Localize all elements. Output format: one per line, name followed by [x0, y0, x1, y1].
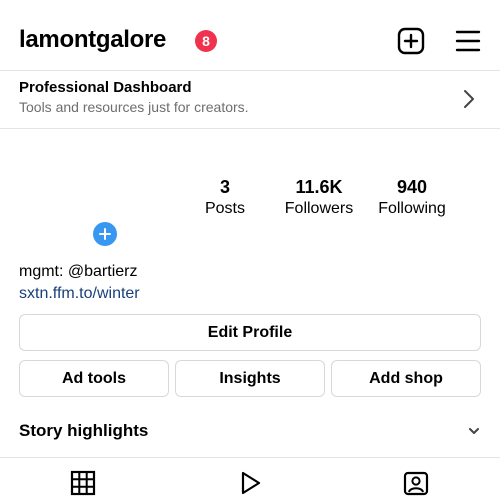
- stat-posts-label: Posts: [204, 200, 245, 217]
- stat-posts-value: 3: [219, 177, 230, 197]
- plus-square-icon[interactable]: [397, 27, 425, 55]
- tagged-person-icon[interactable]: [403, 470, 429, 496]
- chevron-right-icon: [464, 90, 474, 108]
- profile-header: lamontgalore 8: [0, 0, 500, 70]
- story-highlights-title[interactable]: Story highlights: [19, 421, 148, 441]
- bio-text: mgmt: @bartierz: [19, 263, 138, 280]
- ad-tools-button[interactable]: Ad tools: [19, 360, 169, 397]
- professional-dashboard-row[interactable]: Professional Dashboard Tools and resourc…: [0, 71, 500, 128]
- dashboard-title: Professional Dashboard: [19, 79, 192, 96]
- chevron-down-icon[interactable]: [467, 425, 481, 437]
- add-shop-button[interactable]: Add shop: [331, 360, 481, 397]
- stat-followers-label: Followers: [284, 200, 354, 217]
- stat-followers[interactable]: 11.6K Followers: [274, 176, 364, 220]
- notification-badge[interactable]: 8: [195, 30, 217, 52]
- stat-followers-value: 11.6K: [295, 177, 343, 197]
- stat-following-value: 940: [396, 177, 428, 197]
- reels-play-icon[interactable]: [237, 470, 263, 496]
- dashboard-divider: [0, 128, 500, 129]
- add-story-icon[interactable]: [93, 222, 117, 246]
- dashboard-subtitle: Tools and resources just for creators.: [19, 99, 249, 115]
- grid-icon[interactable]: [70, 470, 96, 496]
- bio-link[interactable]: sxtn.ffm.to/winter: [19, 283, 140, 305]
- insights-button[interactable]: Insights: [175, 360, 325, 397]
- menu-icon[interactable]: [454, 27, 482, 55]
- stat-posts[interactable]: 3 Posts: [180, 176, 270, 220]
- stat-following-label: Following: [378, 200, 446, 217]
- profile-username[interactable]: lamontgalore: [19, 26, 166, 54]
- tabs-divider: [0, 457, 500, 458]
- stat-following[interactable]: 940 Following: [367, 176, 457, 220]
- edit-profile-button[interactable]: Edit Profile: [19, 314, 481, 351]
